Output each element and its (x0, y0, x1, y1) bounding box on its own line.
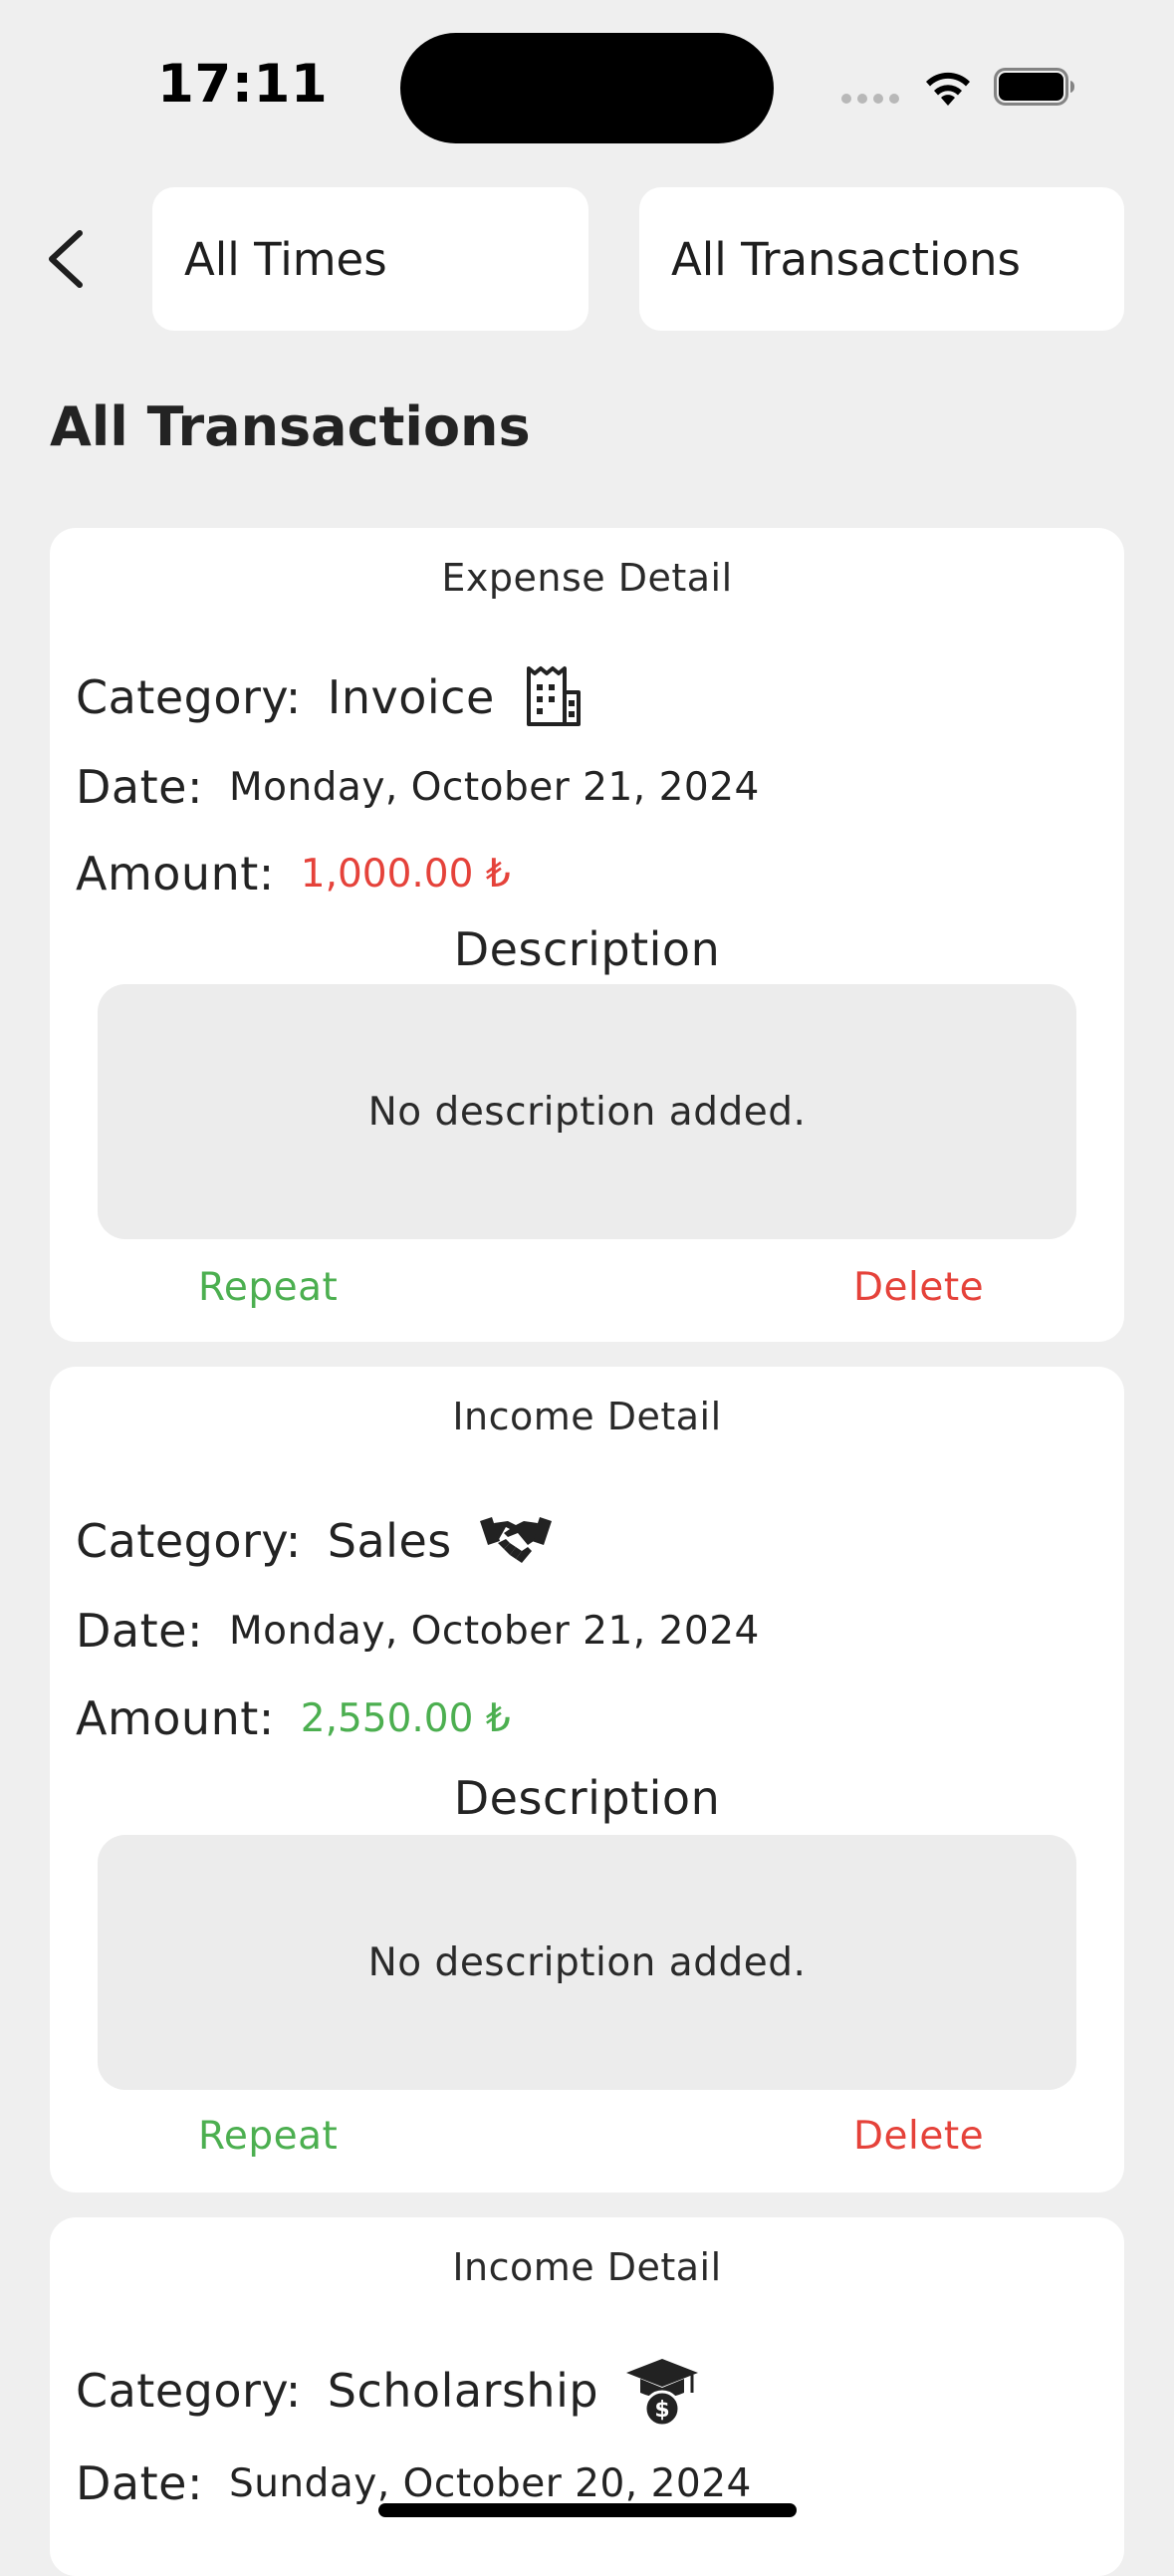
graduation-cap-dollar-icon: $ (626, 2359, 699, 2428)
transaction-type-filter-dropdown[interactable]: All Transactions (639, 187, 1124, 331)
status-bar: 17:11 (0, 0, 1174, 169)
date-value: Sunday, October 20, 2024 (228, 2460, 752, 2506)
time-filter-label: All Times (184, 232, 387, 286)
date-label: Date: (76, 1604, 203, 1658)
date-row: Date: Monday, October 21, 2024 (76, 1596, 760, 1666)
category-value: Invoice (327, 670, 495, 724)
status-time: 17:11 (157, 54, 329, 115)
repeat-button[interactable]: Repeat (198, 1265, 338, 1310)
delete-button[interactable]: Delete (853, 2114, 984, 2159)
repeat-button[interactable]: Repeat (198, 2114, 338, 2159)
battery-icon (994, 68, 1074, 106)
description-title: Description (453, 922, 721, 976)
amount-label: Amount: (76, 847, 275, 901)
date-value: Monday, October 21, 2024 (228, 1608, 760, 1654)
card-heading: Income Detail (452, 2245, 722, 2289)
description-box: No description added. (98, 984, 1076, 1239)
category-value: Scholarship (327, 2364, 599, 2418)
description-title: Description (453, 1771, 721, 1825)
category-value: Sales (327, 1514, 452, 1568)
transaction-card: Income Detail Category: Scholarship $ Da… (50, 2217, 1124, 2576)
wifi-icon (926, 72, 970, 106)
home-indicator (378, 2503, 797, 2517)
category-row: Category: Sales (76, 1494, 554, 1588)
date-value: Monday, October 21, 2024 (228, 764, 760, 810)
amount-row: Amount: 1,000.00 ₺ (76, 839, 511, 908)
receipt-icon (526, 666, 581, 726)
category-label: Category: (76, 1514, 302, 1568)
handshake-icon (479, 1517, 552, 1563)
dynamic-island (400, 33, 774, 143)
date-row: Date: Monday, October 21, 2024 (76, 752, 760, 822)
category-label: Category: (76, 670, 302, 724)
amount-value: 1,000.00 ₺ (300, 851, 511, 897)
delete-button[interactable]: Delete (853, 1265, 984, 1310)
svg-text:$: $ (654, 2398, 669, 2423)
date-label: Date: (76, 760, 203, 814)
page-title: All Transactions (50, 395, 531, 458)
description-box: No description added. (98, 1835, 1076, 2090)
transaction-card: Income Detail Category: Sales Date: Mond… (50, 1367, 1124, 2192)
card-heading: Expense Detail (441, 556, 733, 600)
amount-label: Amount: (76, 1691, 275, 1745)
category-label: Category: (76, 2364, 302, 2418)
description-text: No description added. (367, 1939, 807, 1985)
description-text: No description added. (367, 1089, 807, 1135)
category-row: Category: Invoice (76, 657, 587, 737)
transaction-type-filter-label: All Transactions (671, 232, 1021, 286)
back-button[interactable] (30, 219, 100, 299)
amount-row: Amount: 2,550.00 ₺ (76, 1683, 511, 1753)
cellular-signal-icon (841, 94, 899, 104)
amount-value: 2,550.00 ₺ (300, 1695, 511, 1741)
date-label: Date: (76, 2456, 203, 2510)
category-row: Category: Scholarship $ (76, 2343, 700, 2439)
transaction-card: Expense Detail Category: Invoice Date: M… (50, 528, 1124, 1342)
chevron-left-icon (49, 230, 83, 288)
time-filter-dropdown[interactable]: All Times (152, 187, 588, 331)
card-heading: Income Detail (452, 1395, 722, 1438)
